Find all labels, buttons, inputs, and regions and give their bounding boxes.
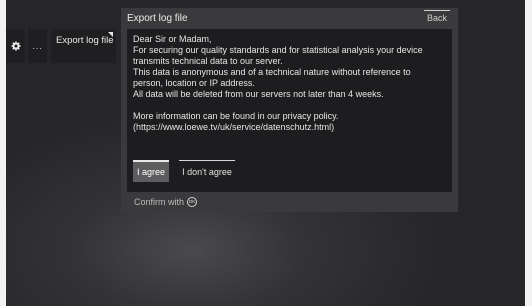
agree-button[interactable]: I agree xyxy=(133,160,169,182)
more-tile[interactable]: ... xyxy=(28,29,47,63)
settings-tile[interactable] xyxy=(6,29,25,63)
dialog-content: Dear Sir or Madam, For securing our qual… xyxy=(127,29,452,192)
more-label: ... xyxy=(32,41,43,51)
ok-button-icon: OK xyxy=(187,197,198,207)
export-log-dialog: Export log file Back Dear Sir or Madam, … xyxy=(121,8,458,212)
export-log-tile[interactable]: Export log file xyxy=(51,29,116,63)
confirm-hint: Confirm with OK xyxy=(134,197,198,207)
export-log-label: Export log file xyxy=(56,35,114,46)
back-button[interactable]: Back xyxy=(424,10,450,23)
confirm-label: Confirm with xyxy=(134,197,185,207)
disagree-button[interactable]: I don't agree xyxy=(179,160,235,182)
gear-icon xyxy=(11,41,21,51)
privacy-message: Dear Sir or Madam, For securing our qual… xyxy=(133,34,423,133)
corner-marker-icon xyxy=(108,32,113,37)
dialog-title: Export log file xyxy=(127,13,188,24)
